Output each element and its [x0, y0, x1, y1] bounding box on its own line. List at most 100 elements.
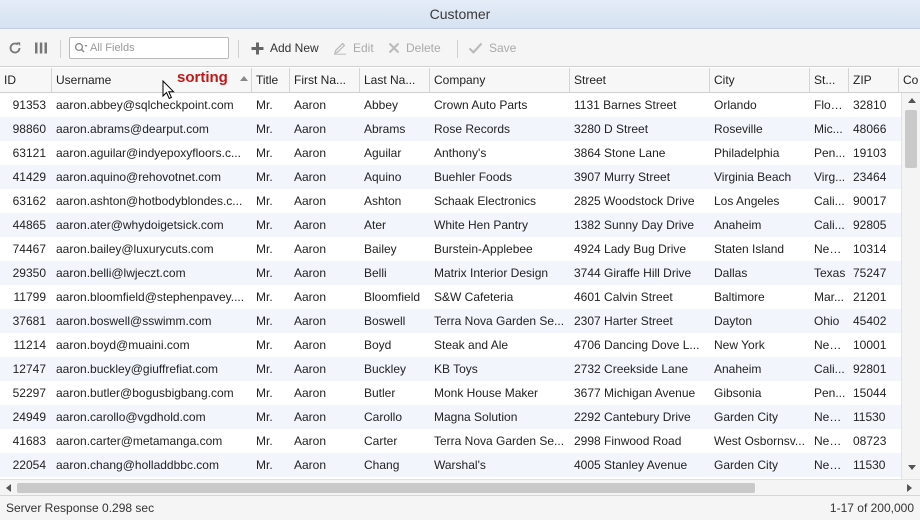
scroll-left-icon[interactable]	[6, 484, 11, 492]
toolbar: Add New Edit Delete Save	[0, 29, 920, 67]
cell-company: Anthony's	[434, 146, 487, 160]
scroll-right-icon[interactable]	[907, 484, 912, 492]
columns-icon	[35, 42, 47, 54]
cell-first-name: Aaron	[294, 122, 327, 136]
cell-title: Mr.	[256, 194, 273, 208]
cell-state: Mar...	[814, 290, 845, 304]
cell-last-name: Chang	[364, 458, 400, 472]
cell-street: 4924 Lady Bug Drive	[574, 242, 687, 256]
cell-city: Orlando	[714, 98, 757, 112]
cell-last-name: Buckley	[364, 362, 407, 376]
vertical-scrollbar[interactable]	[901, 93, 920, 479]
cell-first-name: Aaron	[294, 242, 327, 256]
column-header-id[interactable]: ID	[0, 68, 52, 93]
delete-button[interactable]: Delete	[388, 29, 441, 67]
scroll-down-icon[interactable]	[908, 465, 916, 470]
horizontal-scroll-thumb[interactable]	[17, 483, 755, 493]
table-row[interactable]: 91353 aaron.abbey@sqlcheckpoint.com Mr. Aar…	[0, 93, 901, 117]
cell-first-name: Aaron	[294, 386, 327, 400]
search-input[interactable]	[90, 40, 224, 56]
cell-username: aaron.butler@bogusbigbang.com	[56, 386, 234, 400]
cell-last-name: Abrams	[364, 122, 406, 136]
save-button[interactable]: Save	[468, 29, 516, 67]
cell-city: Dayton	[714, 314, 753, 328]
cell-last-name: Bloomfield	[364, 290, 421, 304]
table-row[interactable]: 22054 aaron.chang@holladdbbc.com Mr. Aaron C…	[0, 453, 901, 477]
edit-button[interactable]: Edit	[333, 29, 374, 67]
cell-company: KB Toys	[434, 362, 478, 376]
cell-company: Buehler Foods	[434, 170, 513, 184]
table-row[interactable]: 44865 aaron.ater@whydoigetsick.com Mr. Aaro…	[0, 213, 901, 237]
cell-id: 37681	[12, 314, 46, 328]
cell-street: 1131 Barnes Street	[574, 98, 677, 112]
table-row[interactable]: 63162 aaron.ashton@hotbodyblondes.c... Mr.…	[0, 189, 901, 213]
table-row[interactable]: 52297 aaron.butler@bogusbigbang.com Mr. Aar…	[0, 381, 901, 405]
cell-id: 98860	[12, 122, 46, 136]
cell-first-name: Aaron	[294, 338, 327, 352]
table-row[interactable]: 37681 aaron.boswell@sswimm.com Mr. Aaron Bos…	[0, 309, 901, 333]
cell-username: aaron.abbey@sqlcheckpoint.com	[56, 98, 234, 112]
cell-id: 44865	[12, 218, 46, 232]
cell-company: Burstein-Applebee	[434, 242, 533, 256]
column-header-last-name[interactable]: Last Na...	[360, 68, 430, 93]
column-header-country[interactable]: Co	[899, 68, 920, 93]
cell-city: Anaheim	[714, 218, 762, 232]
table-row[interactable]: 98860 aaron.abrams@dearput.com Mr. Aaron Abr…	[0, 117, 901, 141]
table-row[interactable]: 41683 aaron.carter@metamanga.com Mr. Aaron C…	[0, 429, 901, 453]
cell-state: Cali...	[814, 194, 845, 208]
cell-username: aaron.buckley@giuffrefiat.com	[56, 362, 219, 376]
table-row[interactable]: 74467 aaron.bailey@luxurycuts.com Mr. Aaron…	[0, 237, 901, 261]
cell-first-name: Aaron	[294, 362, 327, 376]
cell-username: aaron.carollo@vgdhold.com	[56, 410, 206, 424]
column-header-state[interactable]: St...	[810, 68, 849, 93]
grid-header: ID Username Title First Na... Last Na...…	[0, 68, 920, 93]
delete-label: Delete	[406, 41, 441, 55]
cell-title: Mr.	[256, 218, 273, 232]
horizontal-scrollbar[interactable]	[0, 479, 920, 495]
cell-city: Virginia Beach	[714, 170, 792, 184]
cell-zip: 10314	[853, 242, 887, 256]
add-new-label: Add New	[270, 41, 319, 55]
vertical-scroll-thumb[interactable]	[905, 110, 917, 168]
table-row[interactable]: 63121 aaron.aguilar@indyepoxyfloors.c... M…	[0, 141, 901, 165]
table-row[interactable]: 11214 aaron.boyd@muaini.com Mr. Aaron Boyd St…	[0, 333, 901, 357]
column-header-company[interactable]: Company	[430, 68, 570, 93]
table-row[interactable]: 29350 aaron.belli@lwjeczt.com Mr. Aaron Bell…	[0, 261, 901, 285]
add-new-button[interactable]: Add New	[251, 29, 319, 67]
cell-id: 91353	[12, 98, 46, 112]
cell-state: Mic...	[814, 122, 843, 136]
cell-company: Terra Nova Garden Se...	[434, 434, 565, 448]
cell-first-name: Aaron	[294, 290, 327, 304]
cell-street: 3744 Giraffe Hill Drive	[574, 266, 692, 280]
cell-last-name: Abbey	[364, 98, 399, 112]
cell-title: Mr.	[256, 170, 273, 184]
table-row[interactable]: 24949 aaron.carollo@vgdhold.com Mr. Aaron Ca…	[0, 405, 901, 429]
cell-last-name: Ater	[364, 218, 387, 232]
table-row[interactable]: 41429 aaron.aquino@rehovotnet.com Mr. Aaron…	[0, 165, 901, 189]
column-header-street[interactable]: Street	[570, 68, 710, 93]
column-header-city[interactable]: City	[710, 68, 810, 93]
cell-username: aaron.boswell@sswimm.com	[56, 314, 212, 328]
sort-ascending-icon	[240, 76, 248, 81]
search-box[interactable]	[69, 37, 229, 59]
table-row[interactable]: 11799 aaron.bloomfield@stephenpavey.... Mr…	[0, 285, 901, 309]
cell-city: Roseville	[714, 122, 763, 136]
cell-zip: 08723	[853, 434, 887, 448]
cell-street: 3907 Murry Street	[574, 170, 671, 184]
cell-title: Mr.	[256, 434, 273, 448]
cell-username: aaron.boyd@muaini.com	[56, 338, 190, 352]
column-header-zip[interactable]: ZIP	[849, 68, 899, 93]
scroll-up-icon[interactable]	[908, 98, 916, 103]
columns-button[interactable]	[34, 29, 48, 67]
cell-company: Crown Auto Parts	[434, 98, 528, 112]
refresh-button[interactable]	[8, 29, 22, 67]
column-header-title[interactable]: Title	[252, 68, 290, 93]
cell-last-name: Ashton	[364, 194, 402, 208]
cell-id: 41683	[12, 434, 46, 448]
sorting-annotation: sorting	[177, 69, 228, 86]
pencil-icon	[334, 42, 346, 55]
cell-street: 3864 Stone Lane	[574, 146, 666, 160]
table-row[interactable]: 12747 aaron.buckley@giuffrefiat.com Mr. Aar…	[0, 357, 901, 381]
column-header-first-name[interactable]: First Na...	[290, 68, 360, 93]
cell-state: Texas	[814, 266, 846, 280]
